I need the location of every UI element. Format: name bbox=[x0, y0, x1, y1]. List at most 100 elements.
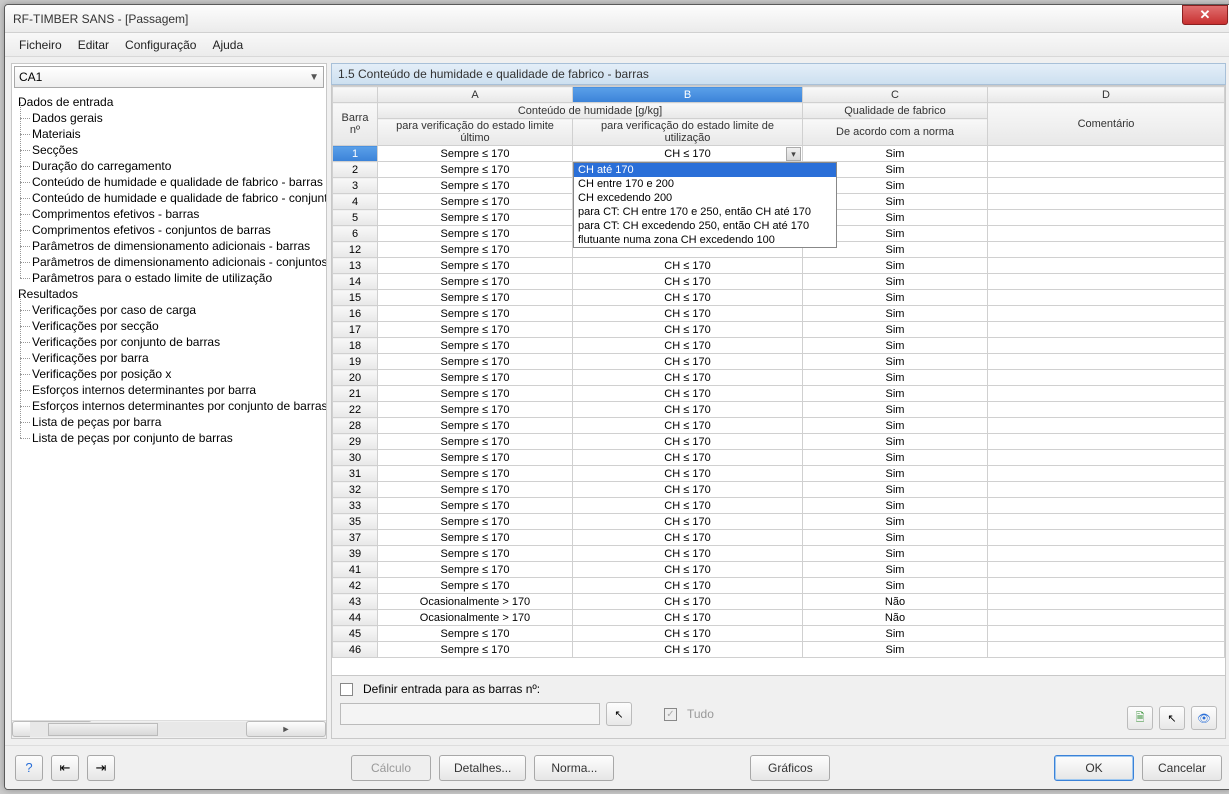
cell-a[interactable]: Sempre ≤ 170 bbox=[378, 146, 573, 162]
cell-a[interactable]: Sempre ≤ 170 bbox=[378, 178, 573, 194]
cell-c[interactable]: Sim bbox=[803, 466, 988, 482]
pick-view-button[interactable]: ↖ bbox=[1159, 706, 1185, 730]
cell-d[interactable] bbox=[988, 562, 1225, 578]
col-letter-d[interactable]: D bbox=[988, 87, 1225, 103]
pick-bars-button[interactable]: ↖ bbox=[606, 702, 632, 726]
scroll-thumb[interactable] bbox=[48, 723, 158, 736]
cell-c[interactable]: Sim bbox=[803, 354, 988, 370]
col-group-humidity[interactable]: Conteúdo de humidade [g/kg] bbox=[378, 103, 803, 119]
cell-c[interactable]: Sim bbox=[803, 514, 988, 530]
cell-c[interactable]: Sim bbox=[803, 338, 988, 354]
tree-item[interactable]: Verificações por posição x bbox=[14, 366, 324, 382]
cell-a[interactable]: Sempre ≤ 170 bbox=[378, 418, 573, 434]
cell-c[interactable]: Sim bbox=[803, 434, 988, 450]
nav-tree[interactable]: Dados de entrada Dados geraisMateriaisSe… bbox=[12, 90, 326, 720]
cell-b[interactable]: CH ≤ 170 bbox=[573, 530, 803, 546]
cell-c[interactable]: Sim bbox=[803, 562, 988, 578]
tudo-checkbox[interactable]: ✓ bbox=[664, 708, 677, 721]
cell-c[interactable]: Sim bbox=[803, 642, 988, 658]
data-grid[interactable]: A B C D Barranº Conteúdo de humidade [g/… bbox=[331, 85, 1226, 676]
cell-a[interactable]: Sempre ≤ 170 bbox=[378, 530, 573, 546]
cell-c[interactable]: Sim bbox=[803, 402, 988, 418]
cell-a[interactable]: Sempre ≤ 170 bbox=[378, 466, 573, 482]
cell-a[interactable]: Sempre ≤ 170 bbox=[378, 626, 573, 642]
row-header[interactable]: 44 bbox=[333, 610, 378, 626]
cell-c[interactable]: Sim bbox=[803, 386, 988, 402]
row-header[interactable]: 4 bbox=[333, 194, 378, 210]
graphics-button[interactable]: Gráficos bbox=[750, 755, 830, 781]
cell-b[interactable]: CH ≤ 170 bbox=[573, 562, 803, 578]
row-header[interactable]: 22 bbox=[333, 402, 378, 418]
tree-item[interactable]: Parâmetros para o estado limite de utili… bbox=[14, 270, 324, 286]
cell-d[interactable] bbox=[988, 594, 1225, 610]
row-header[interactable]: 37 bbox=[333, 530, 378, 546]
tree-item[interactable]: Materiais bbox=[14, 126, 324, 142]
cell-b[interactable]: CH ≤ 170 bbox=[573, 626, 803, 642]
row-header[interactable]: 39 bbox=[333, 546, 378, 562]
dropdown-item[interactable]: CH entre 170 e 200 bbox=[574, 177, 836, 191]
row-header[interactable]: 17 bbox=[333, 322, 378, 338]
cell-a[interactable]: Ocasionalmente > 170 bbox=[378, 610, 573, 626]
dropdown-item[interactable]: para CT: CH excedendo 250, então CH até … bbox=[574, 219, 836, 233]
cell-d[interactable] bbox=[988, 354, 1225, 370]
cell-a[interactable]: Sempre ≤ 170 bbox=[378, 482, 573, 498]
cell-a[interactable]: Sempre ≤ 170 bbox=[378, 546, 573, 562]
menu-config[interactable]: Configuração bbox=[117, 35, 204, 55]
cell-d[interactable] bbox=[988, 546, 1225, 562]
cancel-button[interactable]: Cancelar bbox=[1142, 755, 1222, 781]
view-button[interactable]: 👁 bbox=[1191, 706, 1217, 730]
tree-item[interactable]: Esforços internos determinantes por conj… bbox=[14, 398, 324, 414]
tree-item[interactable]: Verificações por caso de carga bbox=[14, 302, 324, 318]
dropdown-item[interactable]: para CT: CH entre 170 e 250, então CH at… bbox=[574, 205, 836, 219]
cell-b[interactable]: CH ≤ 170 bbox=[573, 258, 803, 274]
cell-b[interactable]: CH ≤ 170 bbox=[573, 274, 803, 290]
case-combo[interactable]: CA1 ▼ bbox=[14, 66, 324, 88]
cell-b[interactable]: CH ≤ 170 bbox=[573, 466, 803, 482]
row-header[interactable]: 2 bbox=[333, 162, 378, 178]
cell-b[interactable]: CH ≤ 170 bbox=[573, 578, 803, 594]
cell-b[interactable]: CH ≤ 170 bbox=[573, 290, 803, 306]
cell-d[interactable] bbox=[988, 418, 1225, 434]
cell-b[interactable]: CH ≤ 170 bbox=[573, 354, 803, 370]
tree-item[interactable]: Secções bbox=[14, 142, 324, 158]
cell-d[interactable] bbox=[988, 306, 1225, 322]
cell-a[interactable]: Sempre ≤ 170 bbox=[378, 386, 573, 402]
col-sub-c[interactable]: De acordo com a norma bbox=[803, 119, 988, 146]
col-letter-b[interactable]: B bbox=[573, 87, 803, 103]
cell-c[interactable]: Sim bbox=[803, 626, 988, 642]
row-header[interactable]: 19 bbox=[333, 354, 378, 370]
cell-b[interactable]: CH ≤ 170 bbox=[573, 306, 803, 322]
cell-d[interactable] bbox=[988, 178, 1225, 194]
cell-b[interactable]: CH ≤ 170 bbox=[573, 594, 803, 610]
row-header[interactable]: 29 bbox=[333, 434, 378, 450]
cell-c[interactable]: Sim bbox=[803, 306, 988, 322]
cell-a[interactable]: Sempre ≤ 170 bbox=[378, 210, 573, 226]
cell-b[interactable]: CH ≤ 170 bbox=[573, 642, 803, 658]
help-button[interactable]: ? bbox=[15, 755, 43, 781]
cell-b[interactable]: CH ≤ 170 bbox=[573, 338, 803, 354]
cell-b[interactable]: CH ≤ 170 bbox=[573, 450, 803, 466]
cell-d[interactable] bbox=[988, 338, 1225, 354]
cell-c[interactable]: Sim bbox=[803, 258, 988, 274]
dropdown-item[interactable]: CH excedendo 200 bbox=[574, 191, 836, 205]
row-header[interactable]: 42 bbox=[333, 578, 378, 594]
tree-item[interactable]: Duração do carregamento bbox=[14, 158, 324, 174]
cell-d[interactable] bbox=[988, 274, 1225, 290]
row-header[interactable]: 15 bbox=[333, 290, 378, 306]
cell-a[interactable]: Sempre ≤ 170 bbox=[378, 450, 573, 466]
cell-d[interactable] bbox=[988, 482, 1225, 498]
cell-d[interactable] bbox=[988, 258, 1225, 274]
cell-c[interactable]: Sim bbox=[803, 482, 988, 498]
cell-d[interactable] bbox=[988, 146, 1225, 162]
cell-a[interactable]: Sempre ≤ 170 bbox=[378, 274, 573, 290]
cell-d[interactable] bbox=[988, 290, 1225, 306]
cell-d[interactable] bbox=[988, 210, 1225, 226]
row-header[interactable]: 33 bbox=[333, 498, 378, 514]
cell-d[interactable] bbox=[988, 610, 1225, 626]
cell-c[interactable]: Sim bbox=[803, 530, 988, 546]
cell-c[interactable]: Sim bbox=[803, 146, 988, 162]
tree-item[interactable]: Esforços internos determinantes por barr… bbox=[14, 382, 324, 398]
tree-item[interactable]: Verificações por barra bbox=[14, 350, 324, 366]
col-header-comentario[interactable]: Comentário bbox=[988, 103, 1225, 146]
row-header[interactable]: 46 bbox=[333, 642, 378, 658]
